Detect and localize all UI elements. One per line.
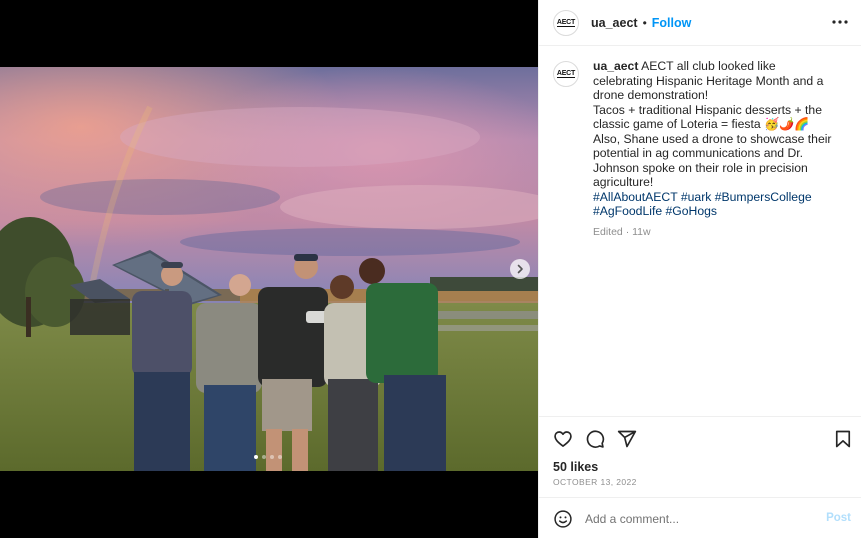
share-button[interactable]	[617, 429, 637, 449]
caption-text-1: ua_aect AECT all club looked like celebr…	[593, 59, 824, 102]
caption-body: ua_aect AECT all club looked like celebr…	[593, 59, 833, 239]
caption-meta: Edited · 11w	[593, 225, 651, 238]
carousel-dot	[254, 455, 258, 459]
carousel-indicator	[254, 455, 282, 459]
comment-button[interactable]	[585, 429, 605, 449]
like-count[interactable]: 50 likes	[553, 460, 598, 474]
carousel-dot	[262, 455, 266, 459]
post-username[interactable]: ua_aect	[591, 16, 638, 30]
bookmark-icon	[835, 430, 851, 448]
avatar[interactable]: AECT	[553, 9, 579, 36]
save-button[interactable]	[833, 429, 853, 449]
more-options-icon	[832, 20, 848, 24]
caption-hashtags: #AllAboutAECT #uark #BumpersCollege #AgF…	[593, 190, 833, 219]
caption-avatar[interactable]: AECT	[553, 61, 579, 87]
action-bar	[553, 429, 851, 449]
caption-text-3: Also, Shane used a drone to showcase the…	[593, 131, 832, 190]
comment-input[interactable]	[585, 508, 805, 530]
like-button[interactable]	[553, 429, 573, 449]
post-photo[interactable]	[0, 67, 538, 471]
post-caption: AECT ua_aect AECT all club looked like c…	[553, 59, 853, 239]
carousel-dot	[278, 455, 282, 459]
comment-bar: Post	[539, 497, 861, 538]
hashtag-link[interactable]: #AgFoodLife	[593, 204, 662, 218]
more-options-button[interactable]	[832, 14, 848, 30]
follow-button[interactable]: Follow	[652, 16, 692, 30]
caption-username[interactable]: ua_aect	[593, 59, 638, 73]
avatar-logo-text: AECT	[556, 70, 576, 78]
hashtag-link[interactable]: #GoHogs	[666, 204, 718, 218]
hashtag-link[interactable]: #BumpersCollege	[715, 190, 812, 204]
hashtag-link[interactable]: #AllAboutAECT	[593, 190, 677, 204]
post-date: OCTOBER 13, 2022	[553, 477, 637, 487]
comment-icon	[586, 430, 605, 448]
post-comment-button[interactable]: Post	[826, 512, 851, 524]
post-media	[0, 0, 538, 538]
post-header: AECT ua_aect • Follow	[539, 0, 861, 46]
photo-image	[0, 67, 538, 471]
chevron-right-icon	[517, 264, 523, 274]
emoji-icon	[554, 510, 572, 528]
heart-icon	[554, 431, 572, 447]
carousel-next-button[interactable]	[510, 259, 530, 279]
hashtag-link[interactable]: #uark	[681, 190, 712, 204]
share-icon	[617, 430, 637, 448]
post-sidebar: AECT ua_aect • Follow AECT ua_aect AECT …	[538, 0, 861, 538]
carousel-dot	[270, 455, 274, 459]
caption-text-2: Tacos + traditional Hispanic desserts + …	[593, 102, 822, 132]
header-separator: •	[642, 15, 647, 30]
avatar-logo-text: AECT	[556, 18, 576, 27]
emoji-button[interactable]	[553, 509, 573, 529]
actions-section	[539, 416, 861, 448]
